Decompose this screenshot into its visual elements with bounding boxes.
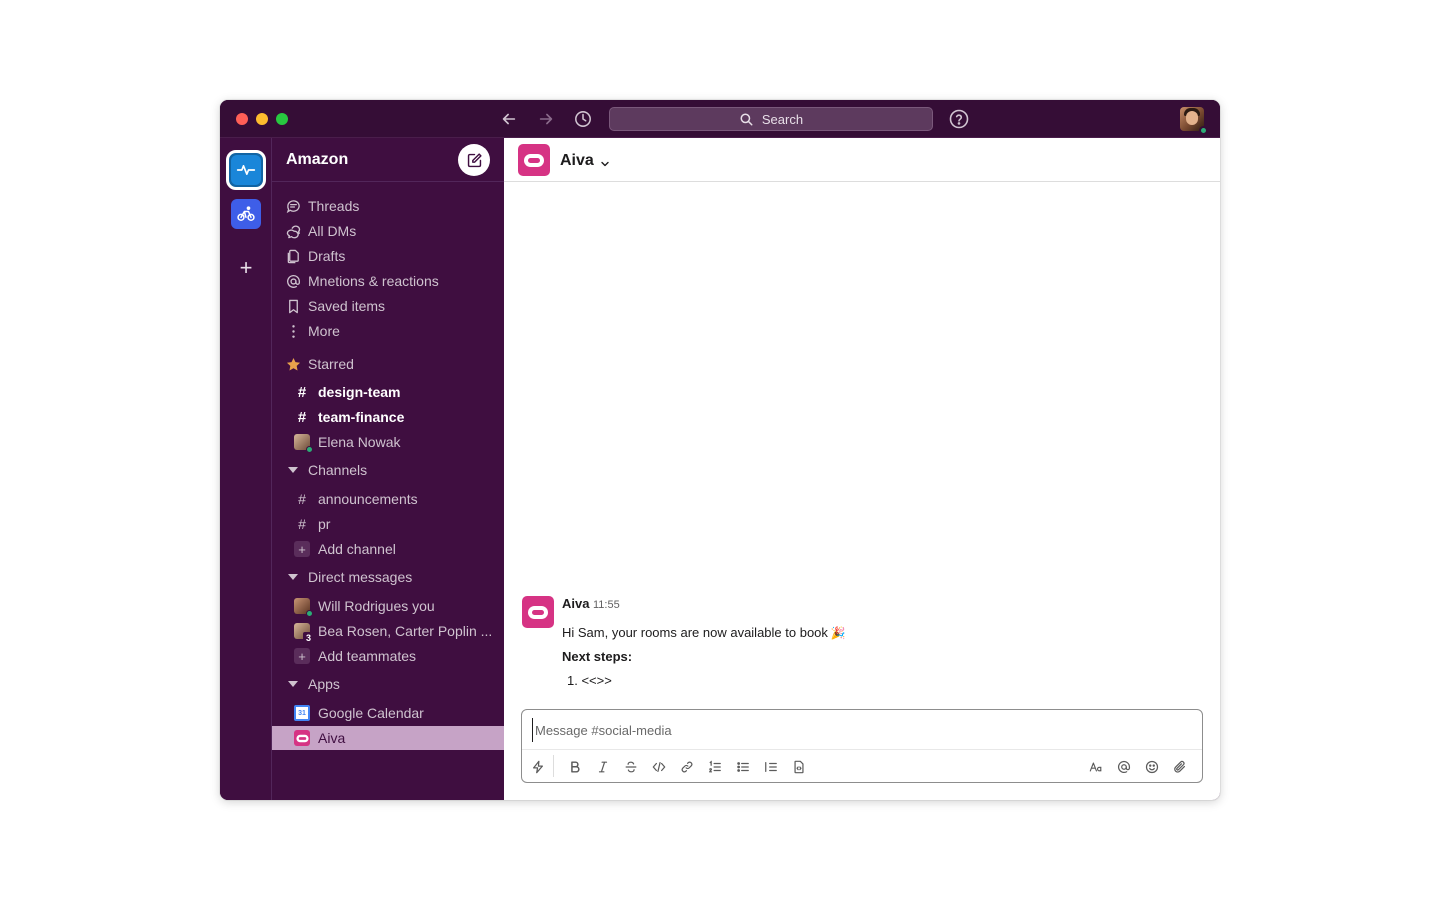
bulleted-list-icon[interactable] (733, 757, 753, 777)
add-channel-button[interactable]: + Add channel (272, 537, 504, 561)
aiva-bot-icon (518, 144, 550, 176)
close-window-button[interactable] (236, 113, 248, 125)
message-timestamp[interactable]: 11:55 (593, 599, 620, 611)
add-teammates-button[interactable]: + Add teammates (272, 644, 504, 668)
channel-hash-icon: # (298, 491, 306, 507)
sidebar-item-group-dm[interactable]: 3 Bea Rosen, Carter Poplin ... (272, 619, 504, 643)
sidebar-item-google-calendar[interactable]: 31 Google Calendar (272, 701, 504, 725)
section-channels[interactable]: Channels (272, 458, 504, 482)
sidebar-item-announcements[interactable]: # announcements (272, 487, 504, 511)
mention-icon (285, 273, 301, 289)
aiva-bot-icon[interactable] (522, 596, 554, 628)
presence-active-indicator (1199, 126, 1208, 135)
avatar (294, 434, 313, 453)
bold-icon[interactable] (565, 757, 585, 777)
chevron-down-icon[interactable] (600, 156, 610, 167)
conversation-title[interactable]: Aiva (560, 152, 594, 170)
dms-icon (285, 223, 301, 239)
minimize-window-button[interactable] (256, 113, 268, 125)
sidebar-item-design-team[interactable]: # design-team (272, 380, 504, 404)
sidebar-item-more[interactable]: More (272, 319, 504, 343)
message-next-steps: Next steps: (562, 649, 633, 664)
channel-hash-icon: # (297, 408, 307, 426)
sidebar-item-will-rodrigues[interactable]: Will Rodrigues you (272, 594, 504, 618)
formatting-icon[interactable] (1086, 757, 1106, 777)
search-icon (740, 113, 753, 125)
search-bar[interactable]: Search (609, 107, 933, 131)
drafts-icon (285, 248, 301, 264)
plus-icon: + (294, 648, 310, 664)
section-direct-messages[interactable]: Direct messages (272, 565, 504, 589)
sidebar-item-team-finance[interactable]: # team-finance (272, 405, 504, 429)
message-item: Aiva 11:55 Hi Sam, your rooms are now av… (504, 590, 1220, 700)
party-popper-emoji: 🎉 (830, 626, 846, 640)
user-avatar[interactable] (1180, 107, 1208, 135)
zoom-window-button[interactable] (276, 113, 288, 125)
bookmark-icon (285, 298, 301, 314)
more-icon (285, 323, 301, 339)
title-bar: Search (220, 100, 1220, 138)
channel-hash-icon: # (298, 516, 306, 532)
pulse-icon (236, 165, 256, 175)
back-arrow-icon[interactable] (499, 109, 519, 129)
message-author[interactable]: Aiva (562, 596, 589, 611)
aiva-bot-icon (294, 730, 310, 746)
forward-arrow-icon[interactable] (536, 109, 556, 129)
workspace-name[interactable]: Amazon (286, 151, 348, 169)
sidebar-item-pr[interactable]: # pr (272, 512, 504, 536)
bicycle-icon (237, 206, 255, 221)
sidebar-item-drafts[interactable]: Drafts (272, 244, 504, 268)
numbered-list-icon[interactable] (761, 757, 781, 777)
caret-down-icon (285, 569, 301, 585)
plus-icon: + (294, 541, 310, 557)
presence-active-indicator (306, 446, 313, 453)
threads-icon (285, 198, 301, 214)
workspace-rail: + (220, 138, 272, 800)
link-icon[interactable] (677, 757, 697, 777)
attachment-icon[interactable] (1170, 757, 1190, 777)
italic-icon[interactable] (593, 757, 613, 777)
message-list-item: 1. <<>> (567, 673, 612, 688)
sidebar-item-threads[interactable]: Threads (272, 194, 504, 218)
mention-icon[interactable] (1114, 757, 1134, 777)
message-input[interactable] (532, 718, 1192, 742)
caret-down-icon (285, 462, 301, 478)
channel-hash-icon: # (297, 383, 307, 401)
help-icon[interactable] (949, 109, 969, 129)
history-clock-icon[interactable] (573, 109, 593, 129)
strikethrough-icon[interactable] (621, 757, 641, 777)
message-composer (521, 709, 1203, 783)
group-avatar: 3 (294, 623, 314, 643)
sidebar-item-aiva[interactable]: Aiva (272, 726, 504, 750)
section-starred[interactable]: Starred (272, 352, 504, 376)
section-apps[interactable]: Apps (272, 672, 504, 696)
channel-sidebar: Amazon Threads All DMs Drafts Mnetions &… (272, 138, 504, 800)
sidebar-item-mentions[interactable]: Mnetions & reactions (272, 269, 504, 293)
star-icon (285, 356, 301, 372)
conversation-pane: Aiva Aiva 11:55 Hi Sam, your rooms are n… (504, 138, 1220, 800)
code-block-icon[interactable] (789, 757, 809, 777)
ordered-list-icon[interactable] (705, 757, 725, 777)
sidebar-item-elena-nowak[interactable]: Elena Nowak (272, 430, 504, 454)
conversation-header: Aiva (504, 138, 1220, 182)
calendar-icon: 31 (294, 705, 310, 721)
app-window: Search + Amazon Threads All DMs Drafts M… (220, 100, 1220, 800)
workspace-tile-secondary[interactable] (231, 199, 261, 229)
emoji-icon[interactable] (1142, 757, 1162, 777)
code-icon[interactable] (649, 757, 669, 777)
sidebar-item-saved[interactable]: Saved items (272, 294, 504, 318)
avatar (294, 598, 313, 617)
caret-down-icon (285, 676, 301, 692)
compose-button[interactable] (458, 144, 490, 176)
workspace-tile-active[interactable] (226, 150, 266, 190)
presence-active-indicator (306, 610, 313, 617)
sidebar-item-all-dms[interactable]: All DMs (272, 219, 504, 243)
compose-icon (467, 152, 482, 167)
search-label: Search (761, 111, 804, 127)
sidebar-header: Amazon (272, 138, 504, 182)
add-workspace-icon[interactable]: + (234, 255, 258, 280)
member-count-badge: 3 (303, 632, 314, 643)
shortcuts-icon[interactable] (528, 757, 548, 777)
message-text: Hi Sam, your rooms are now available to … (562, 625, 846, 640)
